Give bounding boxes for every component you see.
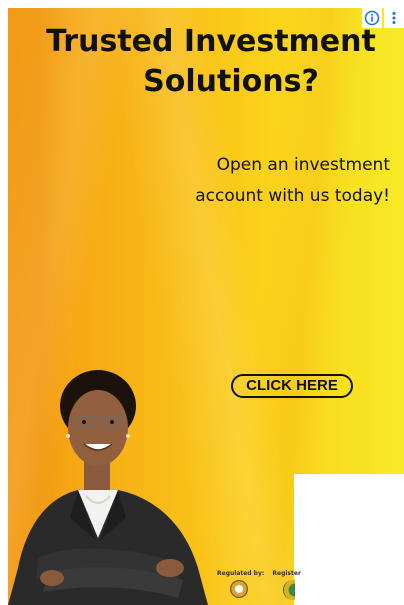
vertical-dots-icon[interactable]: [384, 8, 404, 28]
headline-line-1: Trusted Investment: [46, 24, 376, 59]
businesswoman-photo: [8, 370, 208, 605]
subtext: Open an investment account with us today…: [130, 150, 390, 212]
subtext-line-2: account with us today!: [195, 186, 390, 206]
registered-with-label: Register: [272, 570, 301, 577]
regulated-by-label: Regulated by:: [217, 570, 265, 577]
headline: Trusted Investment Solutions?: [18, 22, 404, 102]
headline-line-2: Solutions?: [143, 64, 319, 99]
regulatory-notice: Regulated by: Register: [217, 570, 307, 577]
subtext-line-1: Open an investment: [216, 155, 390, 175]
click-here-button[interactable]: CLICK HERE: [231, 374, 353, 398]
blank-area: [294, 474, 404, 605]
info-icon[interactable]: [362, 8, 382, 28]
regulator-seal-icon: [230, 580, 248, 598]
ad-choices: [362, 8, 404, 28]
